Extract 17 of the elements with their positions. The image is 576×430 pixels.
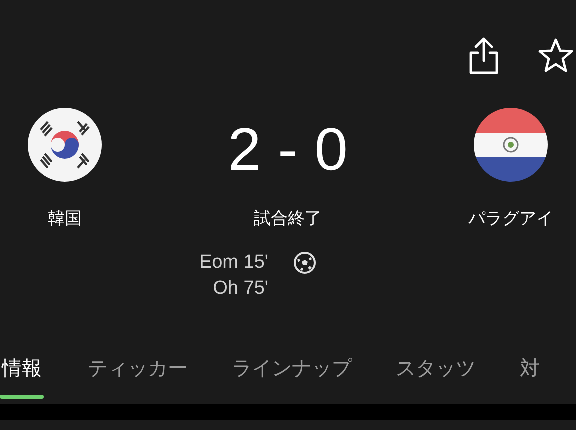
star-icon (538, 38, 574, 74)
team-name: パラグアイ (468, 209, 554, 230)
tab[interactable]: ティッカー (88, 353, 188, 383)
goal-scorer: Oh 75' (212, 277, 269, 301)
flag-icon (28, 108, 102, 182)
share-icon (468, 37, 500, 75)
ball-icon (292, 251, 317, 275)
tab[interactable]: スタッツ (396, 353, 476, 383)
tab[interactable]: 対 (520, 353, 540, 383)
goal-scorer: Eom 15' (199, 251, 269, 275)
match-status: 試合終了 (254, 208, 322, 232)
team-name: 韓国 (48, 209, 82, 230)
tab-indicator (0, 395, 44, 399)
tab[interactable]: ラインナップ (232, 353, 352, 383)
flag-icon (474, 108, 548, 182)
tab[interactable]: 情報 (0, 353, 44, 383)
score: 2 - 0 (228, 120, 348, 180)
